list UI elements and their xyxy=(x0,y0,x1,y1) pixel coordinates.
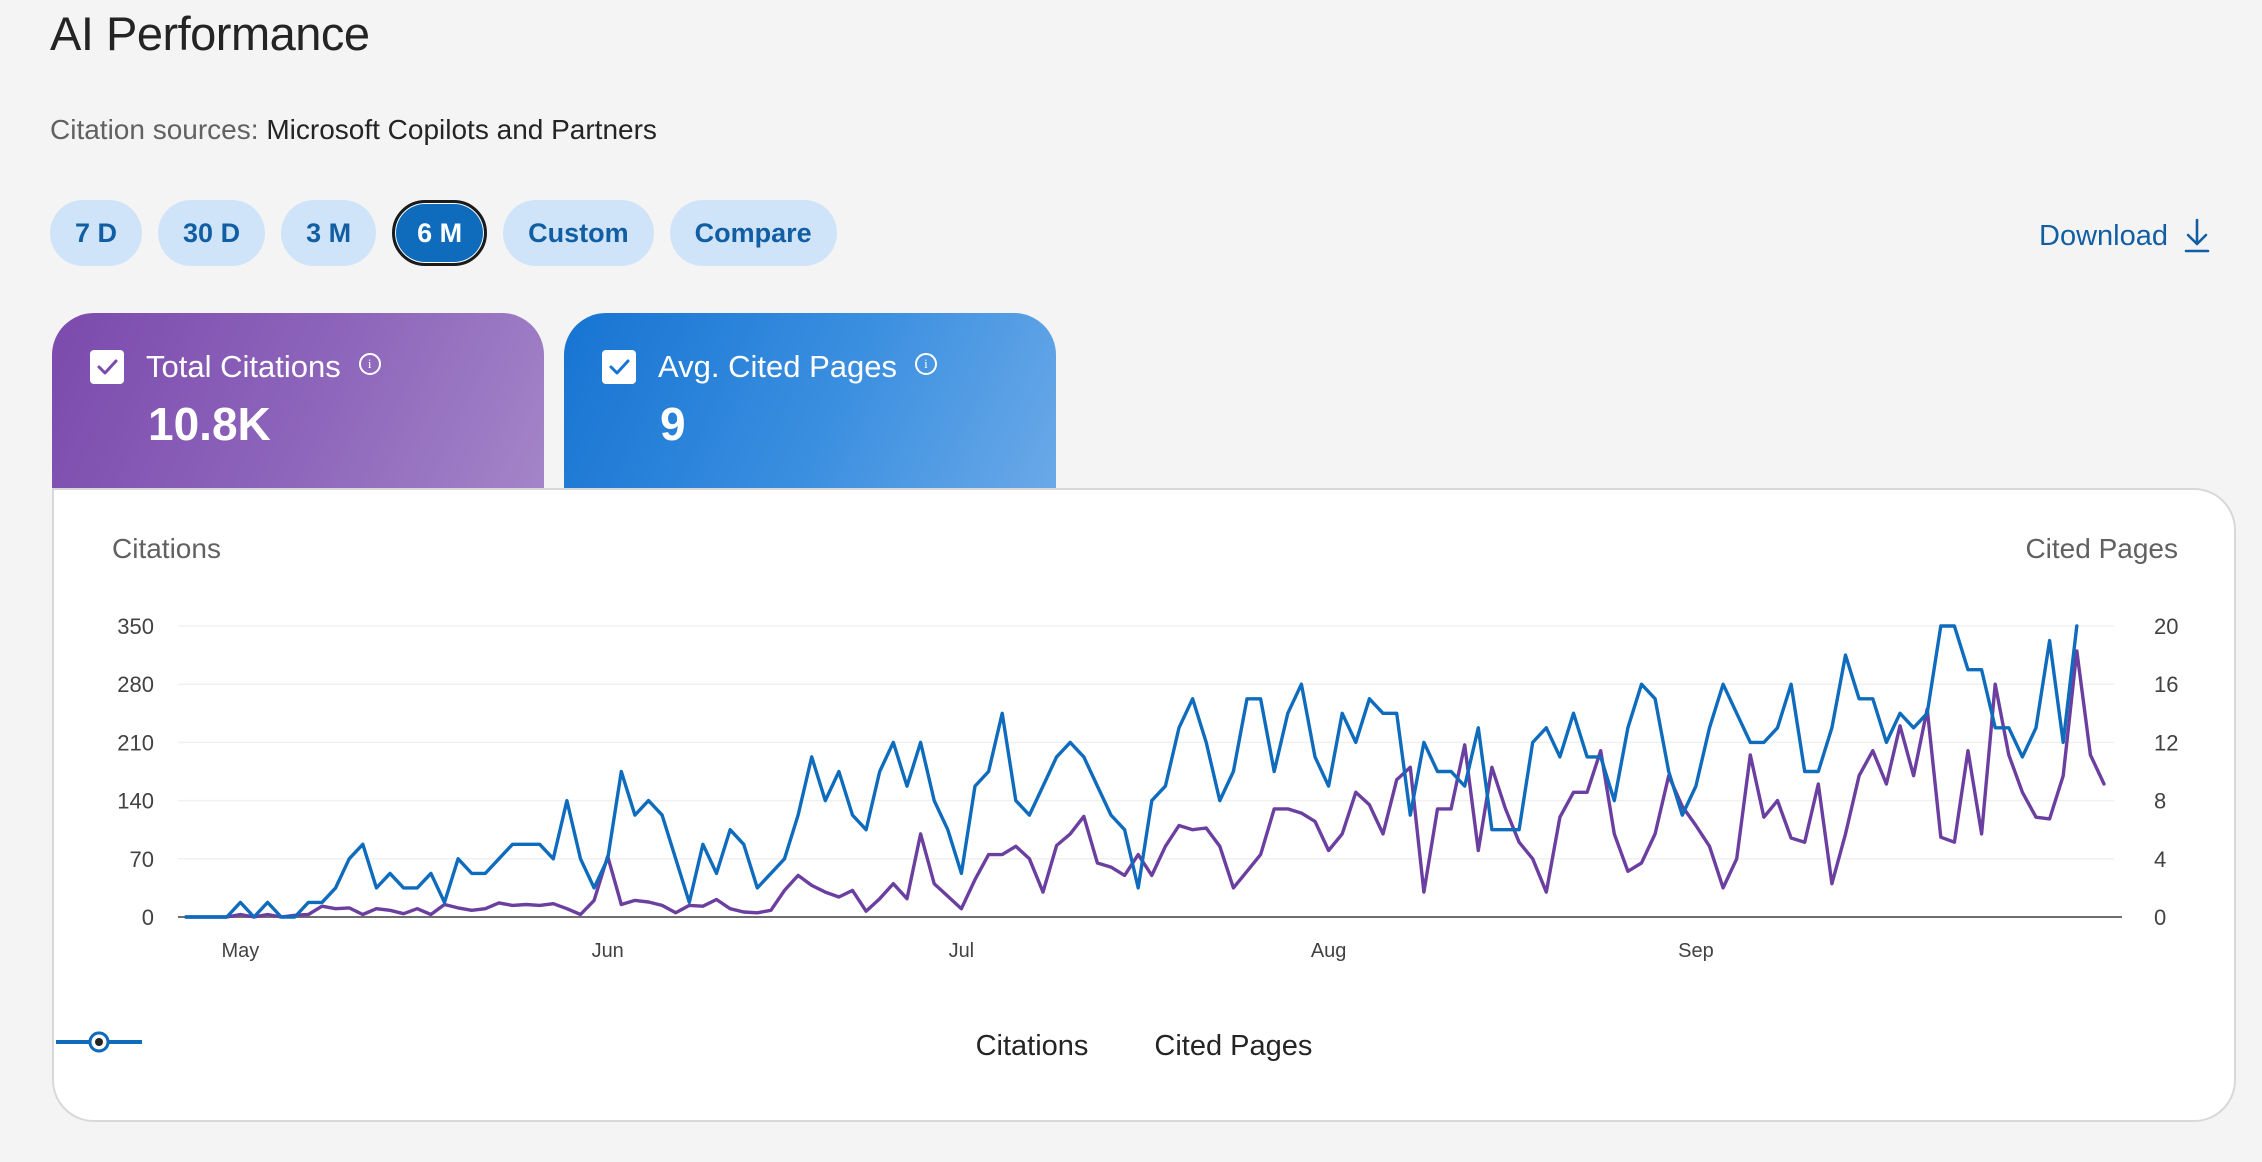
chart-panel: Citations Cited Pages 0 70 140 210 280 350 0 4 8 12… xyxy=(52,488,2236,1122)
y-left-tick-label: 70 xyxy=(130,847,154,872)
y-left-tick-label: 210 xyxy=(117,730,154,755)
chart-legend: Citations Cited Pages xyxy=(54,1030,2234,1063)
citation-sources: Citation sources: Microsoft Copilots and… xyxy=(50,114,657,146)
total-citations-card[interactable]: Total Citations i 10.8K xyxy=(52,313,544,488)
y-right-tick-label: 16 xyxy=(2154,672,2178,697)
range-custom-button[interactable]: Custom xyxy=(503,200,654,266)
legend-cited-pages-label: Cited Pages xyxy=(1154,1030,1313,1062)
y-left-tick-label: 140 xyxy=(117,789,154,814)
x-tick-label: May xyxy=(222,940,260,962)
range-6m-button[interactable]: 6 M xyxy=(392,200,488,266)
legend-cited-pages-marker-icon xyxy=(56,1031,142,1053)
citation-sources-label: Citation sources: xyxy=(50,114,259,145)
checkmark-icon xyxy=(97,359,118,375)
range-compare-button[interactable]: Compare xyxy=(669,200,837,266)
range-30d-button[interactable]: 30 D xyxy=(158,200,266,266)
cited-pages-series-line xyxy=(184,624,2079,919)
y-left-tick-label: 350 xyxy=(117,614,154,639)
y-right-axis-title: Cited Pages xyxy=(2025,533,2178,564)
legend-cited-pages[interactable]: Cited Pages xyxy=(56,1030,1313,1063)
y-right-tick-label: 0 xyxy=(2154,905,2166,930)
citation-sources-value: Microsoft Copilots and Partners xyxy=(266,114,657,145)
legend-citations[interactable]: Citations xyxy=(56,1030,1089,1063)
y-right-tick-label: 4 xyxy=(2154,847,2166,872)
range-7d-button[interactable]: 7 D xyxy=(50,200,143,266)
checkmark-icon xyxy=(609,359,630,375)
info-icon[interactable]: i xyxy=(914,353,937,375)
y-left-tick-label: 280 xyxy=(117,672,154,697)
x-tick-label: Sep xyxy=(1678,940,1714,962)
page-title: AI Performance xyxy=(50,7,370,60)
avg-cited-pages-label: Avg. Cited Pages xyxy=(658,349,897,384)
date-range-selector: 7 D 30 D 3 M 6 M Custom Compare xyxy=(50,200,837,266)
citations-series-line xyxy=(184,649,2106,919)
total-citations-label: Total Citations xyxy=(146,349,341,384)
y-right-tick-label: 8 xyxy=(2154,789,2166,814)
download-label: Download xyxy=(2039,219,2168,252)
info-icon[interactable]: i xyxy=(358,353,381,375)
total-citations-value: 10.8K xyxy=(148,398,271,450)
y-right-tick-label: 12 xyxy=(2154,730,2178,755)
download-icon xyxy=(2184,218,2210,253)
y-right-tick-label: 20 xyxy=(2154,614,2178,639)
download-button[interactable]: Download xyxy=(2039,218,2212,254)
avg-cited-pages-checkbox[interactable] xyxy=(602,350,636,384)
range-3m-button[interactable]: 3 M xyxy=(281,200,377,266)
line-chart: Citations Cited Pages 0 70 140 210 280 350 0 4 8 12… xyxy=(112,533,2178,962)
legend-citations-label: Citations xyxy=(975,1030,1089,1062)
y-left-tick-label: 0 xyxy=(142,905,154,930)
avg-cited-pages-card[interactable]: Avg. Cited Pages i 9 xyxy=(564,313,1056,488)
total-citations-checkbox[interactable] xyxy=(90,350,124,384)
avg-cited-pages-value: 9 xyxy=(660,398,686,450)
x-tick-label: Jul xyxy=(949,940,975,962)
x-tick-label: Aug xyxy=(1311,940,1347,962)
x-tick-label: Jun xyxy=(592,940,624,962)
y-left-axis-title: Citations xyxy=(112,533,221,564)
